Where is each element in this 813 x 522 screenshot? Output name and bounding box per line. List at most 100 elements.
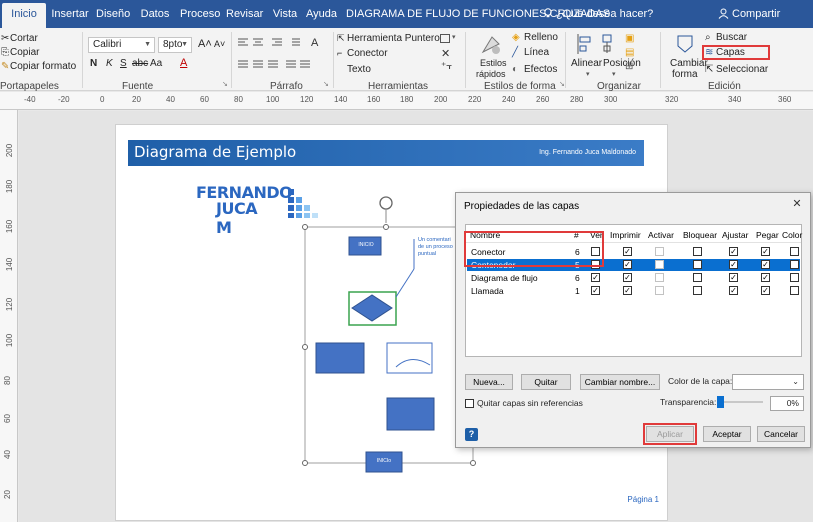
ajustar-checkbox[interactable]: ✓	[729, 286, 738, 295]
effects-button[interactable]: Efectos	[524, 64, 557, 75]
text-block-icon[interactable]: ⁺⫟	[441, 61, 452, 72]
help-icon[interactable]: ?	[465, 428, 478, 441]
tab-datos[interactable]: Datos	[140, 0, 170, 28]
bring-forward-icon[interactable]: ▣	[625, 33, 634, 44]
dialog-launcher-icon[interactable]: ↘	[323, 80, 329, 88]
rectangle-icon[interactable]	[440, 34, 450, 43]
quick-styles-label-2[interactable]: rápidos	[476, 69, 506, 79]
dialog-launcher-icon[interactable]: ↘	[222, 80, 228, 88]
bloquear-checkbox[interactable]	[693, 247, 702, 256]
bloquear-checkbox[interactable]	[693, 260, 702, 269]
resize-handle[interactable]	[470, 460, 476, 466]
cut-button[interactable]: Cortar	[10, 33, 38, 44]
change-shape-icon[interactable]	[674, 32, 696, 54]
italic-button[interactable]: K	[106, 58, 113, 69]
bloquear-checkbox[interactable]	[693, 286, 702, 295]
cancel-button[interactable]: Cancelar	[757, 426, 805, 442]
ajustar-checkbox[interactable]: ✓	[729, 260, 738, 269]
bold-button[interactable]: N	[90, 58, 97, 69]
imprimir-checkbox[interactable]: ✓	[623, 273, 632, 282]
color-checkbox[interactable]	[790, 247, 799, 256]
send-backward-icon[interactable]: ▤	[625, 47, 634, 58]
layer-color-select[interactable]: ⌄	[732, 374, 804, 390]
font-color-icon[interactable]: A	[180, 57, 187, 69]
close-icon[interactable]: ✕	[441, 47, 450, 60]
ver-checkbox[interactable]	[591, 247, 600, 256]
paragraph-align-icons[interactable]: A	[236, 36, 336, 78]
align-button[interactable]: Alinear	[571, 58, 602, 69]
transparency-input[interactable]: 0%	[770, 396, 804, 411]
position-icon[interactable]	[598, 33, 616, 55]
color-checkbox[interactable]	[790, 286, 799, 295]
font-size-select[interactable]: 8pto ▼	[158, 37, 192, 53]
imprimir-checkbox[interactable]: ✓	[623, 247, 632, 256]
ajustar-checkbox[interactable]: ✓	[729, 273, 738, 282]
process-shape[interactable]	[315, 342, 365, 374]
resize-handle[interactable]	[383, 224, 389, 230]
activar-checkbox[interactable]	[655, 273, 664, 282]
resize-handle[interactable]	[302, 460, 308, 466]
pegar-checkbox[interactable]: ✓	[761, 260, 770, 269]
ver-checkbox[interactable]: ✓	[591, 273, 600, 282]
dialog-launcher-icon[interactable]: ↘	[559, 80, 565, 88]
process-shape-2[interactable]	[386, 397, 435, 431]
transparency-slider-thumb[interactable]	[717, 396, 724, 408]
tell-me-search[interactable]: ¿Qué desea hacer?	[556, 0, 653, 28]
font-name-select[interactable]: Calibri ▼	[88, 37, 155, 53]
text-tool-button[interactable]: Texto	[347, 64, 371, 75]
copy-button[interactable]: Copiar	[10, 47, 39, 58]
quick-styles-icon[interactable]	[480, 32, 502, 56]
transparency-slider-track[interactable]	[721, 401, 763, 403]
document-shape[interactable]	[386, 342, 433, 374]
pegar-checkbox[interactable]: ✓	[761, 247, 770, 256]
close-icon[interactable]: ✕	[790, 197, 804, 211]
activar-checkbox[interactable]	[655, 286, 664, 295]
tab-diseno[interactable]: Diseño	[96, 0, 130, 28]
layers-button[interactable]: Capas	[716, 47, 745, 58]
bloquear-checkbox[interactable]	[693, 273, 702, 282]
position-button[interactable]: Posición	[603, 58, 641, 69]
color-checkbox[interactable]	[790, 260, 799, 269]
quick-styles-label[interactable]: Estilos	[480, 58, 507, 68]
accept-button[interactable]: Aceptar	[703, 426, 751, 442]
layer-row[interactable]: Conector 6 ✓ ✓ ✓	[467, 246, 800, 258]
remove-unreferenced-checkbox[interactable]	[465, 399, 474, 408]
color-checkbox[interactable]	[790, 273, 799, 282]
format-painter-button[interactable]: Copiar formato	[10, 61, 76, 72]
group-icon[interactable]: ⊞	[625, 61, 633, 72]
pointer-tool-button[interactable]: Herramienta Puntero	[347, 33, 440, 44]
tab-inicio[interactable]: Inicio	[2, 3, 46, 28]
line-button[interactable]: Línea	[524, 47, 549, 58]
select-button[interactable]: Seleccionar	[716, 64, 768, 75]
grow-font-icon[interactable]: A˄	[198, 38, 212, 50]
activar-checkbox[interactable]	[655, 247, 664, 256]
layer-row[interactable]: Llamada 1 ✓ ✓ ✓ ✓	[467, 285, 800, 297]
align-icon[interactable]	[576, 33, 594, 55]
change-shape-button-2[interactable]: forma	[672, 69, 698, 80]
rename-layer-button[interactable]: Cambiar nombre...	[580, 374, 660, 390]
resize-handle[interactable]	[302, 224, 308, 230]
ajustar-checkbox[interactable]: ✓	[729, 247, 738, 256]
ver-checkbox[interactable]	[591, 260, 600, 269]
activar-checkbox[interactable]	[655, 260, 664, 269]
new-layer-button[interactable]: Nueva...	[465, 374, 513, 390]
tab-revisar[interactable]: Revisar	[226, 0, 263, 28]
strikethrough-button[interactable]: abc	[132, 58, 148, 69]
ver-checkbox[interactable]: ✓	[591, 286, 600, 295]
imprimir-checkbox[interactable]: ✓	[623, 260, 632, 269]
remove-layer-button[interactable]: Quitar	[521, 374, 571, 390]
find-button[interactable]: Buscar	[716, 32, 747, 43]
fill-button[interactable]: Relleno	[524, 32, 558, 43]
change-case-button[interactable]: Aa	[150, 58, 162, 69]
shrink-font-icon[interactable]: A˅	[214, 39, 225, 49]
share-button[interactable]: Compartir	[732, 0, 780, 28]
connector-tool-button[interactable]: Conector	[347, 48, 388, 59]
tab-proceso[interactable]: Proceso	[180, 0, 220, 28]
layer-row[interactable]: Contenedor 5 ✓ ✓ ✓	[467, 259, 800, 271]
rotate-handle-icon[interactable]	[379, 196, 393, 210]
tab-ayuda[interactable]: Ayuda	[306, 0, 337, 28]
tab-vista[interactable]: Vista	[272, 0, 298, 28]
layer-row[interactable]: Diagrama de flujo 6 ✓ ✓ ✓ ✓	[467, 272, 800, 284]
resize-handle[interactable]	[302, 344, 308, 350]
pegar-checkbox[interactable]: ✓	[761, 273, 770, 282]
